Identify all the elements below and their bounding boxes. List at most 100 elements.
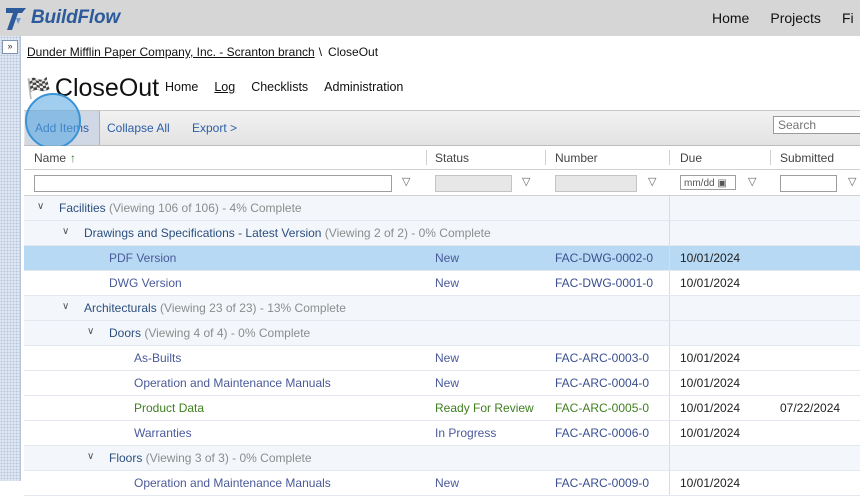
column-header-number[interactable]: Number [555, 151, 598, 165]
item-due-date: 10/01/2024 [680, 276, 741, 290]
export-button[interactable]: Export > [192, 111, 237, 145]
tab-administration[interactable]: Administration [324, 80, 403, 96]
calendar-icon[interactable]: ▣ [717, 178, 726, 189]
item-status: New [435, 476, 460, 490]
group-name: Floors [109, 451, 143, 465]
column-divider [669, 196, 670, 220]
table-row[interactable]: Warranties In Progress FAC-ARC-0006-0 10/01… [24, 421, 860, 446]
column-header-status[interactable]: Status [435, 151, 469, 165]
group-progress: (Viewing 106 of 106) - 4% Complete [105, 201, 302, 215]
chevron-down-icon[interactable]: ∨ [62, 226, 69, 237]
chevron-down-icon[interactable]: ∨ [37, 201, 44, 212]
group-row[interactable]: ∨ Drawings and Specifications - Latest Ve… [24, 221, 860, 246]
group-row[interactable]: ∨ Architecturals (Viewing 23 of 23) - 13%… [24, 296, 860, 321]
column-divider[interactable] [669, 150, 670, 165]
name-filter-input[interactable] [34, 175, 392, 192]
tab-log[interactable]: Log [214, 80, 235, 96]
item-due-date: 10/01/2024 [680, 401, 741, 415]
item-due-date: 10/01/2024 [680, 476, 741, 490]
group-name: Drawings and Specifications - Latest Ver… [84, 226, 322, 240]
item-name-link[interactable]: DWG Version [109, 276, 182, 290]
tab-checklists[interactable]: Checklists [251, 80, 308, 96]
column-divider [669, 271, 670, 295]
column-divider[interactable] [770, 150, 771, 165]
item-number: FAC-ARC-0009-0 [555, 476, 650, 490]
chevron-down-icon[interactable]: ∨ [87, 451, 94, 462]
filter-icon[interactable]: ▽ [848, 175, 856, 188]
column-header-submitted[interactable]: Submitted [780, 151, 834, 165]
table-row[interactable]: Operation and Maintenance Manuals New FAC-… [24, 371, 860, 396]
sort-ascending-icon: ↑ [70, 151, 77, 165]
status-filter-select[interactable] [435, 175, 512, 192]
item-name-link[interactable]: Product Data [134, 401, 204, 415]
column-name-label: Name [34, 151, 67, 165]
table-row[interactable]: DWG Version New FAC-DWG-0001-0 10/01/2024 [24, 271, 860, 296]
item-status: New [435, 376, 460, 390]
item-name-link[interactable]: Operation and Maintenance Manuals [134, 376, 331, 390]
chevron-down-icon[interactable]: ∨ [62, 301, 69, 312]
column-header-name[interactable]: Name ↑ [34, 151, 76, 165]
column-divider [669, 321, 670, 345]
item-name-link[interactable]: PDF Version [109, 251, 176, 265]
nav-files[interactable]: Fi [842, 10, 854, 26]
item-status: In Progress [435, 426, 497, 440]
sidebar-collapsed: » [0, 36, 21, 481]
closeout-log-grid: Name ↑ Status Number Due Submitted ▽ ▽ ▽ … [24, 146, 860, 496]
group-row[interactable]: ∨ Facilities (Viewing 106 of 106) - 4% Co… [24, 196, 860, 221]
top-bar: BuildFlow Home Projects Fi [0, 0, 860, 36]
group-name: Facilities [59, 201, 106, 215]
item-status: Ready For Review [435, 401, 534, 415]
column-divider [669, 371, 670, 395]
breadcrumb: Dunder Mifflin Paper Company, Inc. - Scr… [27, 45, 378, 59]
group-progress: (Viewing 2 of 2) - 0% Complete [321, 226, 491, 240]
column-divider [669, 446, 670, 470]
sub-tabs: Home Log Checklists Administration [165, 80, 419, 96]
app-logo[interactable]: BuildFlow [4, 5, 120, 31]
collapse-all-button[interactable]: Collapse All [107, 111, 170, 145]
group-progress: (Viewing 3 of 3) - 0% Complete [142, 451, 312, 465]
column-divider[interactable] [545, 150, 546, 165]
nav-projects[interactable]: Projects [770, 10, 821, 26]
item-submitted-date: 07/22/2024 [780, 401, 841, 415]
group-label: Facilities (Viewing 106 of 106) - 4% Com… [59, 201, 302, 215]
table-row[interactable]: Product Data Ready For Review FAC-ARC-0005… [24, 396, 860, 421]
table-row[interactable]: Operation and Maintenance Manuals New FAC-… [24, 471, 860, 496]
chevron-down-icon[interactable]: ∨ [87, 326, 94, 337]
nav-home[interactable]: Home [712, 10, 749, 26]
filter-icon[interactable]: ▽ [522, 175, 530, 188]
item-status: New [435, 251, 460, 265]
group-name: Architecturals [84, 301, 157, 315]
item-due-date: 10/01/2024 [680, 351, 741, 365]
search-input[interactable] [773, 116, 860, 134]
submitted-filter-input[interactable] [780, 175, 837, 192]
filter-icon[interactable]: ▽ [402, 175, 410, 188]
item-name-link[interactable]: Operation and Maintenance Manuals [134, 476, 331, 490]
column-header-due[interactable]: Due [680, 151, 702, 165]
filter-icon[interactable]: ▽ [748, 175, 756, 188]
group-row[interactable]: ∨ Doors (Viewing 4 of 4) - 0% Complete [24, 321, 860, 346]
column-divider[interactable] [426, 150, 427, 165]
column-divider [669, 396, 670, 420]
expand-sidebar-icon[interactable]: » [2, 40, 18, 54]
group-label: Doors (Viewing 4 of 4) - 0% Complete [109, 326, 310, 340]
group-row[interactable]: ∨ Floors (Viewing 3 of 3) - 0% Complete [24, 446, 860, 471]
table-row[interactable]: PDF Version New FAC-DWG-0002-0 10/01/2024 [24, 246, 860, 271]
date-placeholder: mm/dd [684, 178, 715, 189]
filter-icon[interactable]: ▽ [648, 175, 656, 188]
group-progress: (Viewing 4 of 4) - 0% Complete [141, 326, 311, 340]
column-divider [669, 296, 670, 320]
buildflow-logo-icon [6, 8, 26, 30]
group-progress: (Viewing 23 of 23) - 13% Complete [156, 301, 346, 315]
item-name-link[interactable]: Warranties [134, 426, 192, 440]
table-row[interactable]: As-Builts New FAC-ARC-0003-0 10/01/2024 [24, 346, 860, 371]
due-date-filter-input[interactable]: mm/dd ▣ [680, 175, 736, 190]
tab-home[interactable]: Home [165, 80, 198, 96]
item-number: FAC-ARC-0003-0 [555, 351, 650, 365]
grid-header: Name ↑ Status Number Due Submitted [24, 146, 860, 170]
item-status: New [435, 276, 460, 290]
filter-row: ▽ ▽ ▽ mm/dd ▣ ▽ ▽ [24, 170, 860, 196]
add-items-button[interactable]: Add Items [25, 111, 100, 145]
item-name-link[interactable]: As-Builts [134, 351, 181, 365]
number-filter-select[interactable] [555, 175, 637, 192]
breadcrumb-company-link[interactable]: Dunder Mifflin Paper Company, Inc. - Scr… [27, 45, 315, 59]
